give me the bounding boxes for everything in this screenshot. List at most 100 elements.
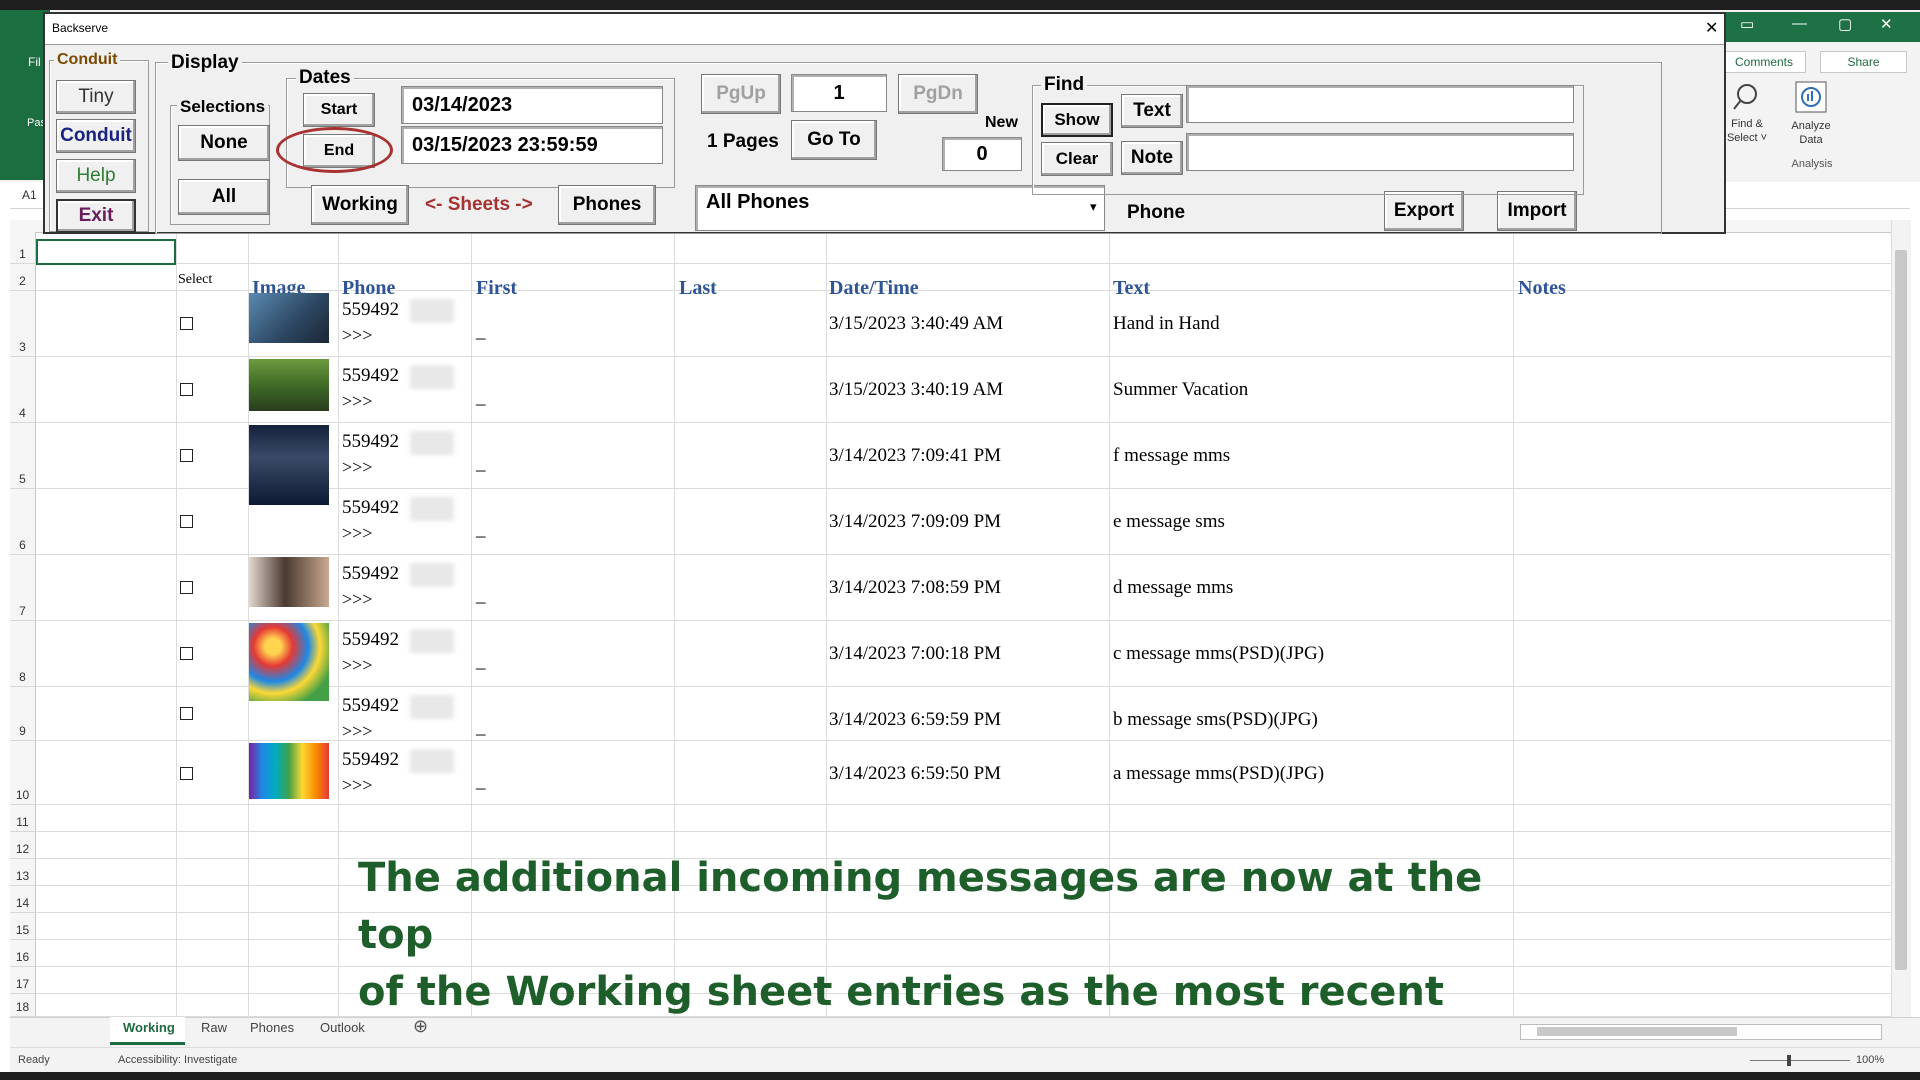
message-text: a message mms(PSD)(JPG): [1113, 763, 1325, 784]
row-header[interactable]: 14: [10, 886, 36, 913]
reply-link[interactable]: >>>: [342, 457, 372, 478]
zoom-slider-thumb[interactable]: [1787, 1055, 1791, 1066]
accessibility-status[interactable]: Accessibility: Investigate: [118, 1054, 237, 1066]
tab-raw[interactable]: Raw: [201, 1020, 227, 1035]
dropdown-arrow-icon[interactable]: ▾: [1090, 199, 1097, 215]
select-checkbox[interactable]: [180, 767, 193, 780]
row-header[interactable]: 9: [10, 687, 36, 741]
row-header[interactable]: 12: [10, 832, 36, 859]
reply-link[interactable]: >>>: [342, 391, 372, 412]
tab-working-label[interactable]: Working: [123, 1020, 175, 1035]
select-checkbox[interactable]: [180, 449, 193, 462]
file-tab[interactable]: Fil: [28, 55, 41, 69]
reply-link[interactable]: >>>: [342, 775, 372, 796]
redacted-phone-digits: [410, 749, 454, 773]
import-button[interactable]: Import: [1497, 191, 1577, 231]
dialog-close-icon[interactable]: ✕: [1705, 18, 1718, 38]
comments-button[interactable]: Comments: [1722, 51, 1806, 73]
start-button[interactable]: Start: [303, 93, 375, 127]
row-header[interactable]: 7: [10, 555, 36, 621]
tab-phones[interactable]: Phones: [250, 1020, 294, 1035]
row-header[interactable]: 17: [10, 967, 36, 994]
row-header[interactable]: 1: [10, 232, 36, 264]
row-header[interactable]: 11: [10, 805, 36, 832]
reply-link[interactable]: >>>: [342, 655, 372, 676]
maximize-icon[interactable]: ▢: [1838, 15, 1852, 33]
col-header-select: Select: [178, 272, 213, 287]
page-number-field[interactable]: 1: [791, 74, 887, 112]
zoom-level[interactable]: 100%: [1856, 1054, 1884, 1066]
find-text-input[interactable]: [1186, 85, 1574, 123]
find-note-input[interactable]: [1186, 133, 1574, 171]
reply-link[interactable]: >>>: [342, 721, 372, 742]
select-checkbox[interactable]: [180, 515, 193, 528]
message-image-thumbnail[interactable]: [249, 359, 329, 411]
text-label-box: Text: [1121, 94, 1183, 128]
row-header[interactable]: 3: [10, 291, 36, 357]
message-image-thumbnail[interactable]: [249, 557, 329, 607]
select-checkbox[interactable]: [180, 647, 193, 660]
minimize-icon[interactable]: —: [1792, 15, 1807, 32]
reply-link[interactable]: >>>: [342, 325, 372, 346]
row-header[interactable]: 5: [10, 423, 36, 489]
select-checkbox[interactable]: [180, 581, 193, 594]
row-header[interactable]: 2: [10, 264, 36, 291]
working-label: Working: [322, 194, 398, 215]
row-header[interactable]: 16: [10, 940, 36, 967]
scroll-thumb[interactable]: [1895, 250, 1907, 970]
zoom-slider[interactable]: [1750, 1060, 1850, 1061]
tab-outlook[interactable]: Outlook: [320, 1020, 365, 1035]
phones-sheet-button[interactable]: Phones: [558, 185, 656, 225]
active-cell[interactable]: [36, 239, 176, 265]
find-select-button[interactable]: Find & Select ˅: [1725, 82, 1769, 146]
close-window-icon[interactable]: ✕: [1880, 15, 1893, 33]
exit-button[interactable]: Exit: [56, 199, 136, 233]
redacted-phone-digits: [410, 563, 454, 587]
new-count-field: 0: [942, 137, 1022, 171]
start-date-field[interactable]: 03/14/2023: [401, 86, 663, 124]
vertical-scrollbar[interactable]: [1891, 220, 1911, 1017]
row-header[interactable]: 10: [10, 741, 36, 805]
select-all-button[interactable]: All: [178, 179, 270, 215]
show-button[interactable]: Show: [1041, 103, 1113, 137]
redacted-phone-digits: [410, 695, 454, 719]
message-image-thumbnail[interactable]: [249, 743, 329, 799]
row-header[interactable]: 8: [10, 621, 36, 687]
working-sheet-button[interactable]: Working: [311, 185, 409, 225]
hscroll-thumb[interactable]: [1537, 1027, 1737, 1036]
select-checkbox[interactable]: [180, 317, 193, 330]
share-button[interactable]: Share: [1820, 51, 1907, 73]
analyze-data-button[interactable]: Analyze Data: [1786, 80, 1836, 146]
select-checkbox[interactable]: [180, 707, 193, 720]
clear-button[interactable]: Clear: [1041, 142, 1113, 176]
goto-button[interactable]: Go To: [791, 120, 877, 160]
display-group-label: Display: [168, 52, 242, 74]
export-button[interactable]: Export: [1384, 191, 1464, 231]
tiny-button[interactable]: Tiny: [56, 80, 136, 114]
conduit-button[interactable]: Conduit: [56, 119, 136, 153]
message-image-thumbnail[interactable]: [249, 293, 329, 343]
row-header[interactable]: 13: [10, 859, 36, 886]
row-header[interactable]: 18: [10, 994, 36, 1017]
help-button[interactable]: Help: [56, 159, 136, 193]
add-sheet-icon[interactable]: ⊕: [413, 1016, 428, 1037]
restore-ribbon-icon[interactable]: ▭: [1740, 15, 1754, 33]
reply-link[interactable]: >>>: [342, 589, 372, 610]
row-header[interactable]: 15: [10, 913, 36, 940]
annotation-line-2: of the Working sheet entries as the most…: [358, 969, 1445, 1015]
name-box[interactable]: A1: [22, 188, 37, 202]
select-checkbox[interactable]: [180, 383, 193, 396]
row-header[interactable]: 6: [10, 489, 36, 555]
reply-link[interactable]: >>>: [342, 523, 372, 544]
end-date-field[interactable]: 03/15/2023 23:59:59: [401, 126, 663, 164]
select-none-button[interactable]: None: [178, 125, 270, 161]
pgdn-button[interactable]: PgDn: [898, 74, 978, 114]
row-header[interactable]: 4: [10, 357, 36, 423]
pgup-button[interactable]: PgUp: [701, 74, 781, 114]
phone-number: 559492: [342, 365, 399, 386]
horizontal-scrollbar[interactable]: [1520, 1024, 1882, 1040]
exit-label: Exit: [78, 205, 114, 226]
message-text: d message mms: [1113, 577, 1234, 598]
phone-number: 559492: [342, 497, 399, 518]
message-datetime: 3/14/2023 7:00:18 PM: [829, 643, 1002, 664]
